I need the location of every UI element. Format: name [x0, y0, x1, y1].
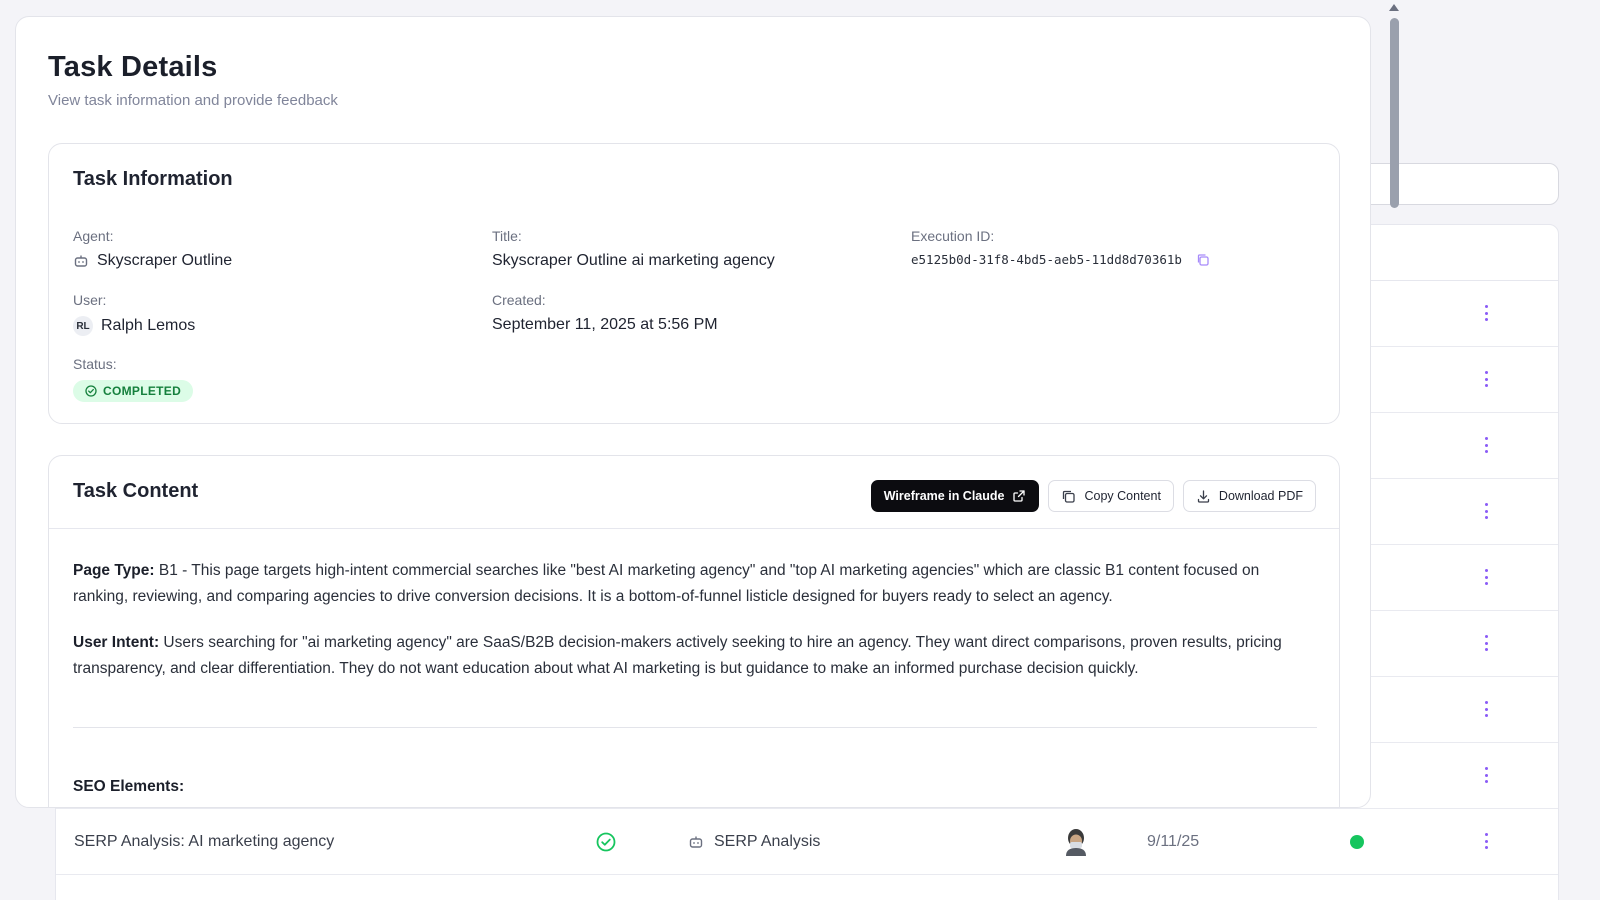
- created-field: Created: September 11, 2025 at 5:56 PM: [492, 292, 718, 334]
- row-title: SERP Analysis: AI marketing agency: [74, 833, 335, 850]
- task-information-card: Task Information Agent: Skyscraper Outli…: [48, 143, 1340, 424]
- more-options-icon[interactable]: [1476, 500, 1496, 522]
- status-label: Status:: [73, 356, 117, 372]
- user-intent-paragraph: User Intent: Users searching for "ai mar…: [73, 630, 1309, 682]
- execution-id-label: Execution ID:: [911, 228, 995, 244]
- row-agent: SERP Analysis: [688, 809, 820, 875]
- status-field: Status: COMPLETED: [73, 356, 194, 402]
- row-date: 9/11/25: [1147, 833, 1200, 850]
- more-options-icon[interactable]: [1476, 566, 1496, 588]
- task-details-modal: Task Details View task information and p…: [15, 16, 1371, 808]
- download-pdf-button[interactable]: Download PDF: [1182, 480, 1316, 512]
- download-icon: [1196, 489, 1211, 504]
- user-label: User:: [73, 292, 107, 308]
- task-information-heading: Task Information: [73, 168, 233, 190]
- status-badge: COMPLETED: [73, 380, 194, 402]
- row-agent-label: SERP Analysis: [714, 833, 821, 850]
- copy-content-button[interactable]: Copy Content: [1048, 480, 1174, 512]
- more-options-icon[interactable]: [1476, 302, 1496, 324]
- task-content-heading: Task Content: [73, 480, 199, 502]
- created-label: Created:: [492, 292, 546, 308]
- agent-label: Agent:: [73, 228, 114, 244]
- user-intent-text: Users searching for "ai marketing agency…: [73, 634, 1282, 677]
- execution-id-field: Execution ID: e5125b0d-31f8-4bd5-aeb5-11…: [911, 228, 1210, 267]
- copy-icon: [1061, 489, 1076, 504]
- agent-name: Skyscraper Outline: [97, 252, 233, 269]
- created-value: September 11, 2025 at 5:56 PM: [492, 316, 718, 333]
- copy-icon[interactable]: [1196, 253, 1210, 267]
- more-options-icon[interactable]: [1476, 434, 1496, 456]
- bot-icon: [73, 253, 89, 269]
- wireframe-button-label: Wireframe in Claude: [883, 489, 1005, 503]
- user-initials-avatar: RL: [73, 316, 93, 336]
- user-field: User: RL Ralph Lemos: [73, 292, 195, 336]
- download-pdf-label: Download PDF: [1218, 489, 1303, 503]
- user-value-row: RL Ralph Lemos: [73, 316, 195, 336]
- page-type-text: B1 - This page targets high-intent comme…: [73, 562, 1260, 605]
- more-options-icon[interactable]: [1476, 830, 1496, 852]
- external-link-icon: [1012, 489, 1026, 503]
- user-intent-label: User Intent:: [73, 634, 160, 651]
- scrollbar-thumb[interactable]: [1390, 18, 1399, 208]
- task-content-card: Task Content Wireframe in Claude Copy Co…: [48, 455, 1340, 807]
- status-text: COMPLETED: [103, 384, 182, 398]
- seo-elements-heading: SEO Elements:: [73, 778, 185, 795]
- more-options-icon[interactable]: [1476, 368, 1496, 390]
- wireframe-in-claude-button[interactable]: Wireframe in Claude: [870, 480, 1040, 512]
- page-type-label: Page Type:: [73, 562, 155, 579]
- more-options-icon[interactable]: [1476, 698, 1496, 720]
- check-circle-icon: [85, 385, 97, 397]
- bot-icon: [688, 834, 704, 850]
- scroll-up-arrow-icon[interactable]: [1389, 4, 1399, 11]
- card-header-divider: [49, 528, 1339, 529]
- title-label: Title:: [492, 228, 522, 244]
- check-circle-icon: [596, 809, 616, 875]
- avatar: [1064, 809, 1088, 875]
- agent-value: Skyscraper Outline: [73, 252, 232, 270]
- page-subtitle: View task information and provide feedba…: [48, 92, 338, 109]
- execution-id-value-row: e5125b0d-31f8-4bd5-aeb5-11dd8d70361b: [911, 252, 1210, 267]
- execution-id-value: e5125b0d-31f8-4bd5-aeb5-11dd8d70361b: [911, 252, 1182, 267]
- page-title: Task Details: [48, 51, 218, 83]
- copy-content-label: Copy Content: [1084, 489, 1161, 503]
- title-value: Skyscraper Outline ai marketing agency: [492, 252, 775, 269]
- table-row[interactable]: SERP Analysis: AI marketing agency SERP …: [56, 809, 1558, 875]
- task-content-actions: Wireframe in Claude Copy Content Downloa…: [870, 480, 1316, 512]
- status-dot: [1350, 809, 1364, 875]
- content-divider: [73, 727, 1317, 728]
- more-options-icon[interactable]: [1476, 764, 1496, 786]
- agent-field: Agent: Skyscraper Outline: [73, 228, 232, 270]
- title-field: Title: Skyscraper Outline ai marketing a…: [492, 228, 775, 270]
- page-type-paragraph: Page Type: B1 - This page targets high-i…: [73, 558, 1309, 610]
- user-name: Ralph Lemos: [101, 317, 196, 334]
- more-options-icon[interactable]: [1476, 632, 1496, 654]
